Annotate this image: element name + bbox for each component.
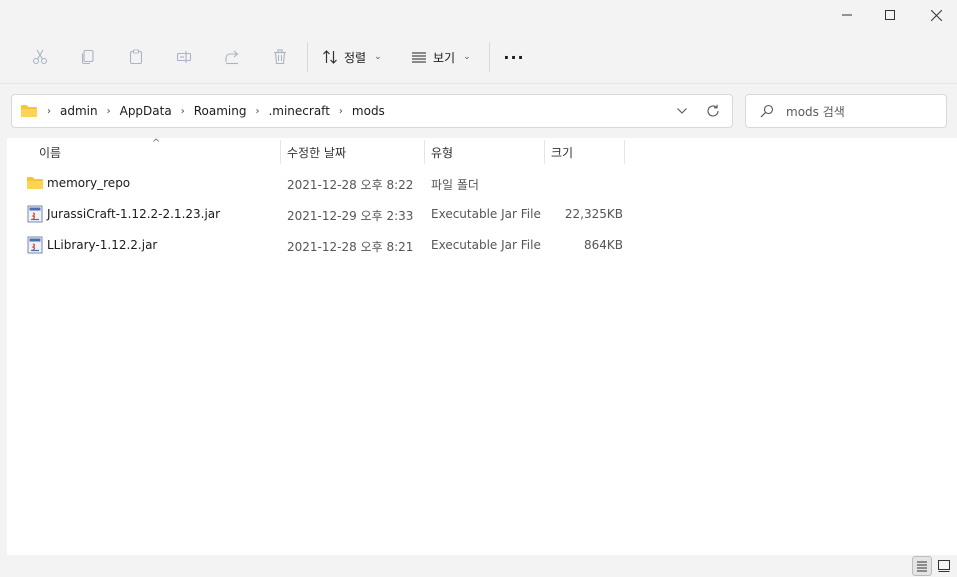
file-date: 2021-12-28 오후 8:22 xyxy=(287,178,414,192)
paste-icon xyxy=(129,49,143,65)
sort-icon xyxy=(323,50,337,64)
chevron-down-icon: ⌄ xyxy=(374,52,382,62)
large-icons-view-button[interactable] xyxy=(934,556,954,576)
file-type: Executable Jar File xyxy=(431,207,541,221)
column-divider[interactable] xyxy=(280,140,281,164)
share-button[interactable] xyxy=(212,42,252,72)
column-divider[interactable] xyxy=(424,140,425,164)
delete-icon xyxy=(274,49,286,65)
column-name[interactable]: 이름 xyxy=(39,144,61,161)
command-bar: 정렬 ⌄ 보기 ⌄ ··· xyxy=(0,30,957,84)
toolbar-divider xyxy=(307,42,308,72)
file-list: ^ 이름 수정한 날짜 유형 크기 memory_repo 2021-12-28… xyxy=(7,138,957,555)
sort-menu-button[interactable]: 정렬 ⌄ xyxy=(322,42,382,72)
search-icon xyxy=(760,104,774,118)
file-size: 864KB xyxy=(583,238,623,252)
address-bar[interactable]: › admin › AppData › Roaming › .minecraft… xyxy=(11,94,733,128)
view-list-icon xyxy=(412,52,426,63)
cut-icon xyxy=(32,49,48,65)
folder-icon xyxy=(21,105,37,117)
maximize-icon xyxy=(885,10,895,20)
chevron-right-icon: › xyxy=(106,105,111,117)
sort-label: 정렬 xyxy=(344,50,367,65)
minimize-button[interactable] xyxy=(824,0,870,30)
table-row[interactable]: memory_repo 2021-12-28 오후 8:22 파일 폴더 xyxy=(21,168,633,198)
search-placeholder: mods 검색 xyxy=(786,105,845,119)
navigation-pane-edge xyxy=(0,138,7,555)
folder-icon xyxy=(27,177,43,189)
chevron-right-icon: › xyxy=(180,105,185,117)
chevron-down-icon: ⌄ xyxy=(463,52,471,62)
file-name: LLibrary-1.12.2.jar xyxy=(47,238,158,252)
crumb-appdata[interactable]: AppData xyxy=(120,104,172,118)
file-date: 2021-12-29 오후 2:33 xyxy=(287,209,414,223)
chevron-right-icon: › xyxy=(47,105,51,117)
sort-ascending-icon: ^ xyxy=(152,138,161,149)
paste-button[interactable] xyxy=(116,42,156,72)
crumb-mods[interactable]: mods xyxy=(352,104,385,118)
search-input[interactable]: mods 검색 xyxy=(745,94,947,128)
column-date[interactable]: 수정한 날짜 xyxy=(287,144,346,161)
file-type: Executable Jar File xyxy=(431,238,541,252)
details-view-icon xyxy=(917,561,927,572)
crumb-admin[interactable]: admin xyxy=(60,104,98,118)
breadcrumb: › admin › AppData › Roaming › .minecraft… xyxy=(20,95,385,127)
copy-button[interactable] xyxy=(68,42,108,72)
delete-button[interactable] xyxy=(260,42,300,72)
file-size: 22,325KB xyxy=(564,207,623,221)
close-icon xyxy=(930,9,942,21)
status-bar xyxy=(0,555,957,577)
close-button[interactable] xyxy=(913,0,957,30)
toolbar-border xyxy=(0,83,957,84)
column-type[interactable]: 유형 xyxy=(431,144,453,161)
jar-file-icon xyxy=(27,205,43,223)
refresh-icon xyxy=(707,104,719,117)
chevron-right-icon: › xyxy=(255,105,260,117)
view-menu-button[interactable]: 보기 ⌄ xyxy=(411,42,471,72)
toolbar-divider xyxy=(489,42,490,72)
column-divider[interactable] xyxy=(624,140,625,164)
address-history-button[interactable] xyxy=(674,103,690,119)
title-bar xyxy=(0,0,957,30)
share-icon xyxy=(225,50,239,65)
file-date: 2021-12-28 오후 8:21 xyxy=(287,240,414,254)
chevron-down-icon xyxy=(677,108,687,114)
column-header-row: ^ 이름 수정한 날짜 유형 크기 xyxy=(7,138,637,164)
file-type: 파일 폴더 xyxy=(431,178,479,192)
jar-file-icon xyxy=(27,236,43,254)
cut-button[interactable] xyxy=(20,42,60,72)
view-label: 보기 xyxy=(433,50,456,65)
more-icon: ··· xyxy=(503,47,525,67)
copy-icon xyxy=(81,49,94,65)
file-name: JurassiCraft-1.12.2-2.1.23.jar xyxy=(47,207,221,221)
table-row[interactable]: LLibrary-1.12.2.jar 2021-12-28 오후 8:21 E… xyxy=(21,230,633,260)
more-options-button[interactable]: ··· xyxy=(494,42,534,72)
chevron-right-icon: › xyxy=(338,105,343,117)
details-view-button[interactable] xyxy=(912,556,932,576)
column-size[interactable]: 크기 xyxy=(551,144,573,161)
rename-icon xyxy=(176,51,192,63)
column-divider[interactable] xyxy=(544,140,545,164)
refresh-button[interactable] xyxy=(704,102,722,120)
crumb-roaming[interactable]: Roaming xyxy=(194,104,247,118)
file-name: memory_repo xyxy=(47,176,131,190)
tiles-view-icon xyxy=(938,560,950,572)
maximize-button[interactable] xyxy=(867,0,913,30)
table-row[interactable]: JurassiCraft-1.12.2-2.1.23.jar 2021-12-2… xyxy=(21,199,633,229)
crumb-minecraft[interactable]: .minecraft xyxy=(268,104,329,118)
minimize-icon xyxy=(842,14,852,16)
rename-button[interactable] xyxy=(164,42,204,72)
